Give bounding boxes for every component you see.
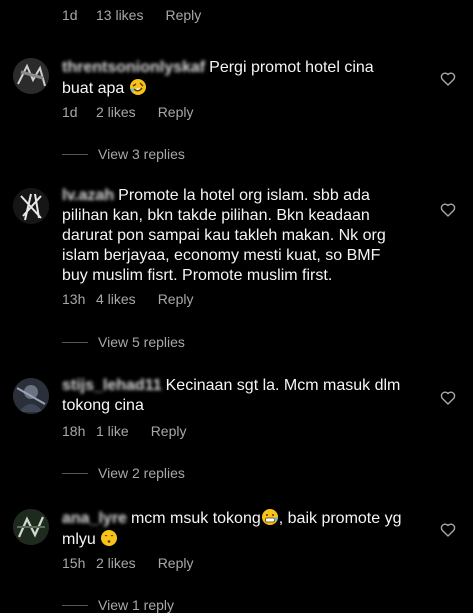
comment-meta: 15h 2 likes Reply (62, 555, 193, 571)
timestamp: 1d (62, 7, 78, 23)
view-replies-label: View 1 reply (98, 597, 175, 613)
view-replies-label: View 2 replies (98, 465, 185, 481)
comment-text: ana_lyre mcm msuk tokong, baik promote yg… (62, 508, 402, 550)
divider (62, 472, 88, 474)
username[interactable]: threntsonionlyskaf (62, 59, 205, 76)
comment-meta: 1d 2 likes Reply (62, 104, 193, 120)
timestamp: 15h (62, 555, 86, 571)
comment-text: lv.azah Promote la hotel org islam. sbb a… (62, 186, 402, 286)
view-replies-label: View 3 replies (98, 146, 185, 162)
likes-count[interactable]: 2 likes (96, 104, 136, 120)
comment-meta: 18h 1 like Reply (62, 423, 186, 439)
username[interactable]: ana_lyre (62, 510, 127, 527)
avatar[interactable] (13, 509, 49, 545)
avatar[interactable] (13, 378, 49, 414)
view-replies-button[interactable]: View 3 replies (62, 146, 185, 162)
comment-meta: 13h 4 likes Reply (62, 291, 193, 307)
rofl-emoji-icon (129, 78, 147, 96)
reply-button[interactable]: Reply (158, 555, 194, 571)
username[interactable]: stijs_lehad11 (62, 377, 162, 394)
timestamp: 1d (62, 104, 78, 120)
reply-button[interactable]: Reply (158, 104, 194, 120)
view-replies-button[interactable]: View 1 reply (62, 597, 174, 613)
likes-count[interactable]: 2 likes (96, 555, 136, 571)
divider (62, 153, 88, 155)
comment-text: threntsonionlyskaf Pergi promot hotel cin… (62, 58, 402, 99)
likes-count[interactable]: 4 likes (96, 291, 136, 307)
reply-button[interactable]: Reply (151, 423, 187, 439)
heart-icon[interactable] (440, 390, 456, 406)
divider (62, 604, 88, 606)
timestamp: 13h (62, 291, 86, 307)
likes-count[interactable]: 13 likes (96, 7, 143, 23)
heart-icon[interactable] (440, 522, 456, 538)
shush-emoji-icon (100, 529, 118, 547)
avatar[interactable] (13, 188, 49, 224)
username[interactable]: lv.azah (62, 187, 114, 204)
comment-text: stijs_lehad11 Kecinaan sgt la. Mcm masuk … (62, 376, 402, 416)
likes-count[interactable]: 1 like (96, 423, 129, 439)
heart-icon[interactable] (440, 202, 456, 218)
avatar[interactable] (13, 58, 49, 94)
divider (62, 341, 88, 343)
view-replies-label: View 5 replies (98, 334, 185, 350)
heart-icon[interactable] (440, 71, 456, 87)
timestamp: 18h (62, 423, 86, 439)
reply-button[interactable]: Reply (165, 7, 201, 23)
comment-body: mcm msuk tokong (130, 510, 261, 527)
reply-button[interactable]: Reply (158, 291, 194, 307)
view-replies-button[interactable]: View 5 replies (62, 334, 185, 350)
view-replies-button[interactable]: View 2 replies (62, 465, 185, 481)
grimace-emoji-icon (261, 508, 279, 526)
comment-meta-top: 1d 13 likes Reply (62, 7, 201, 23)
